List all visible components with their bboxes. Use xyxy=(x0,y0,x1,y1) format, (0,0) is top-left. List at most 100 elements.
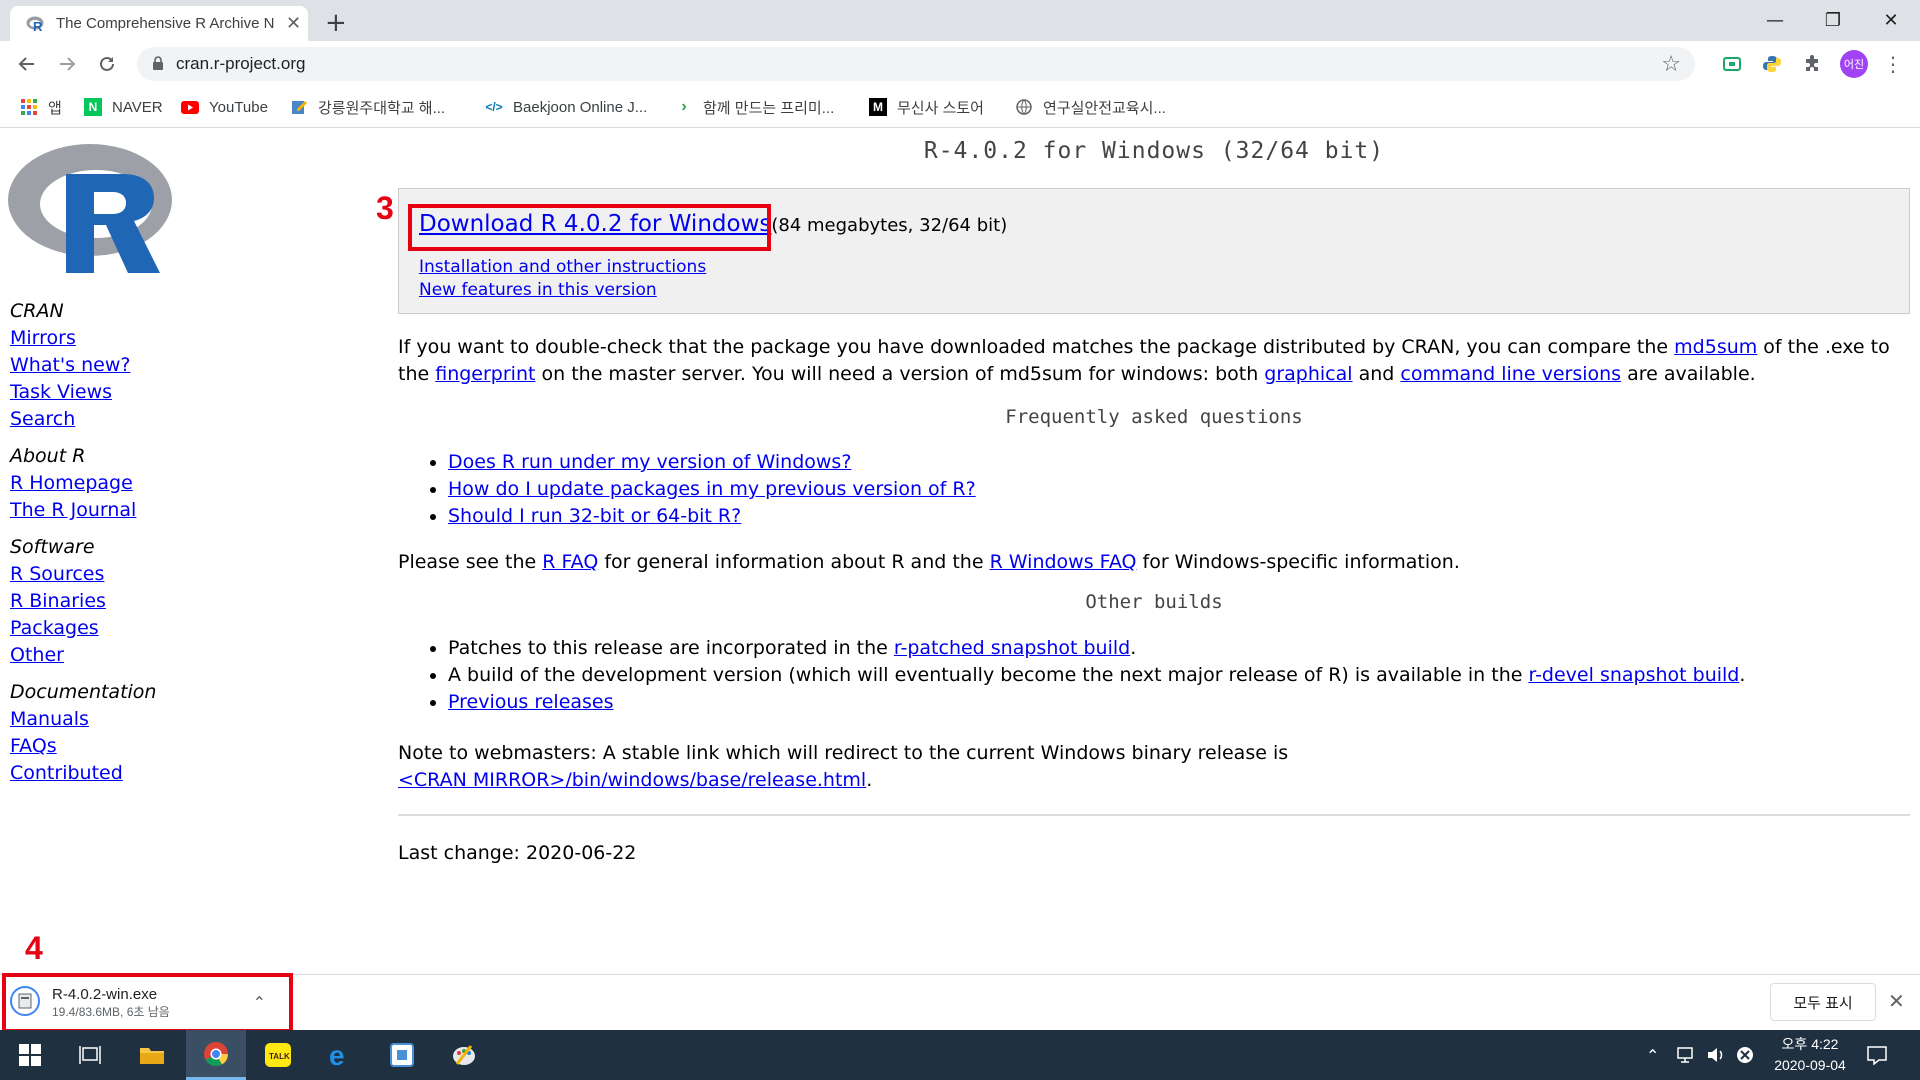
step-4-label: 4 xyxy=(25,930,43,966)
r-devel-link[interactable]: r-devel snapshot build xyxy=(1528,664,1739,686)
musinsa-icon: M xyxy=(869,98,887,116)
start-button[interactable] xyxy=(0,1030,60,1080)
task-view-icon xyxy=(79,1046,101,1064)
download-shelf: R-4.0.2-win.exe 19.4/83.6MB, 6초 남음 ⌃ 모두 … xyxy=(0,973,1920,1033)
faq-link-update-packages[interactable]: How do I update packages in my previous … xyxy=(448,478,976,500)
faq-heading: Frequently asked questions xyxy=(1005,406,1303,428)
back-arrow-icon xyxy=(18,57,34,71)
sidebar-link-mirrors[interactable]: Mirrors xyxy=(10,325,156,352)
tab-close-icon[interactable]: ✕ xyxy=(286,13,301,34)
previous-releases-link[interactable]: Previous releases xyxy=(448,691,614,713)
kakaotalk-button[interactable]: TALK xyxy=(248,1030,308,1080)
release-html-link[interactable]: <CRAN MIRROR>/bin/windows/base/release.h… xyxy=(398,769,866,791)
url-text: cran.r-project.org xyxy=(176,54,306,73)
sidebar-link-other[interactable]: Other xyxy=(10,642,156,669)
extension-python-icon[interactable] xyxy=(1759,51,1785,77)
close-download-bar-icon[interactable]: ✕ xyxy=(1888,989,1905,1013)
text: If you want to double-check that the pac… xyxy=(398,336,1675,358)
chrome-taskbar-button[interactable] xyxy=(186,1030,246,1080)
sidebar-link-r-sources[interactable]: R Sources xyxy=(10,561,156,588)
r-faq-link[interactable]: R FAQ xyxy=(542,551,598,573)
minimize-button[interactable]: — xyxy=(1746,0,1804,41)
youtube-icon xyxy=(181,98,199,116)
clock[interactable]: 오후 4:22 2020-09-04 xyxy=(1760,1034,1860,1076)
fingerprint-link[interactable]: fingerprint xyxy=(435,363,535,385)
sidebar-link-r-binaries[interactable]: R Binaries xyxy=(10,588,156,615)
text: are available. xyxy=(1621,363,1756,385)
profile-avatar[interactable]: 어진 xyxy=(1840,50,1868,78)
chrome-icon xyxy=(204,1041,228,1066)
file-explorer-button[interactable] xyxy=(122,1030,182,1080)
address-bar[interactable]: cran.r-project.org ☆ xyxy=(137,47,1695,81)
browser-tab[interactable]: R The Comprehensive R Archive N ✕ xyxy=(10,6,308,41)
text: for general information about R and the xyxy=(598,551,990,573)
close-window-button[interactable]: ✕ xyxy=(1862,0,1920,41)
install-instructions-link[interactable]: Installation and other instructions xyxy=(419,257,706,277)
sidebar-link-manuals[interactable]: Manuals xyxy=(10,706,156,733)
bookmark-lab-safety[interactable]: 연구실안전교육시... xyxy=(1015,95,1166,119)
bookmark-youtube[interactable]: YouTube xyxy=(181,95,268,119)
r-logo[interactable] xyxy=(8,138,178,282)
sidebar-link-packages[interactable]: Packages xyxy=(10,615,156,642)
tab-title: The Comprehensive R Archive N xyxy=(56,15,275,32)
bookmark-premium[interactable]: › 함께 만드는 프리미... xyxy=(675,95,834,119)
new-tab-button[interactable]: + xyxy=(325,8,347,38)
svg-text:R: R xyxy=(33,19,43,33)
command-line-link[interactable]: command line versions xyxy=(1400,363,1621,385)
bookmark-naver[interactable]: N NAVER xyxy=(84,95,163,119)
r-windows-faq-link[interactable]: R Windows FAQ xyxy=(990,551,1137,573)
sidebar-link-r-homepage[interactable]: R Homepage xyxy=(10,470,156,497)
list-item: Does R run under my version of Windows? xyxy=(448,449,976,476)
sidebar-link-contributed[interactable]: Contributed xyxy=(10,760,156,787)
divider xyxy=(398,814,1910,816)
task-view-button[interactable] xyxy=(60,1030,120,1080)
store-button[interactable] xyxy=(372,1030,432,1080)
notification-center-icon[interactable] xyxy=(1866,1030,1888,1080)
restore-button[interactable]: ❐ xyxy=(1804,0,1862,41)
tray-chevron-icon[interactable]: ⌃ xyxy=(1646,1030,1659,1080)
bookmark-gwnu[interactable]: 강릉원주대학교 해... xyxy=(290,95,445,119)
list-item: Previous releases xyxy=(448,689,1745,716)
menu-kebab-icon[interactable]: ⋮ xyxy=(1880,51,1906,77)
graphical-link[interactable]: graphical xyxy=(1264,363,1352,385)
sidebar-link-r-journal[interactable]: The R Journal xyxy=(10,497,156,524)
bookmark-star-icon[interactable]: ☆ xyxy=(1661,52,1681,77)
text: and xyxy=(1352,363,1401,385)
volume-icon[interactable] xyxy=(1706,1030,1726,1080)
text: . xyxy=(1739,664,1746,686)
r-patched-link[interactable]: r-patched snapshot build xyxy=(894,637,1130,659)
show-all-button[interactable]: 모두 표시 xyxy=(1770,983,1876,1021)
new-features-link[interactable]: New features in this version xyxy=(419,280,657,300)
globe-icon xyxy=(1015,98,1033,116)
text: A build of the development version (whic… xyxy=(448,664,1529,686)
sidebar-link-search[interactable]: Search xyxy=(10,406,156,433)
sidebar-link-task-views[interactable]: Task Views xyxy=(10,379,156,406)
paint-button[interactable] xyxy=(434,1030,494,1080)
edge-button[interactable]: e xyxy=(310,1030,370,1080)
sidebar-link-whats-new[interactable]: What's new? xyxy=(10,352,156,379)
list-item: Should I run 32-bit or 64-bit R? xyxy=(448,503,976,530)
extensions-puzzle-icon[interactable] xyxy=(1799,51,1825,77)
svg-text:TALK: TALK xyxy=(269,1052,290,1061)
back-button[interactable] xyxy=(12,49,42,79)
faq-link-32-64-bit[interactable]: Should I run 32-bit or 64-bit R? xyxy=(448,505,741,527)
ime-status-icon[interactable] xyxy=(1736,1030,1754,1080)
text: Note to webmasters: A stable link which … xyxy=(398,742,1289,764)
list-item: Patches to this release are incorporated… xyxy=(448,635,1745,662)
list-item: How do I update packages in my previous … xyxy=(448,476,976,503)
forward-button[interactable] xyxy=(52,49,82,79)
extension-green-icon[interactable] xyxy=(1719,51,1745,77)
windows-taskbar: TALK e ⌃ 오후 4:22 2020-09-04 xyxy=(0,1030,1920,1080)
bookmark-label: YouTube xyxy=(209,98,268,116)
reload-button[interactable] xyxy=(92,49,122,79)
bookmark-baekjoon[interactable]: </> Baekjoon Online J... xyxy=(485,95,647,119)
bookmark-musinsa[interactable]: M 무신사 스토어 xyxy=(869,95,984,119)
bookmark-apps[interactable]: 앱 xyxy=(20,95,62,119)
faq-link-windows-version[interactable]: Does R run under my version of Windows? xyxy=(448,451,851,473)
network-icon[interactable] xyxy=(1676,1030,1698,1080)
kakaotalk-icon: TALK xyxy=(265,1043,291,1067)
md5sum-link[interactable]: md5sum xyxy=(1674,336,1757,358)
sidebar-link-faqs[interactable]: FAQs xyxy=(10,733,156,760)
bookmark-label: 함께 만드는 프리미... xyxy=(703,99,835,117)
download-meta: (84 megabytes, 32/64 bit) xyxy=(771,215,1008,236)
